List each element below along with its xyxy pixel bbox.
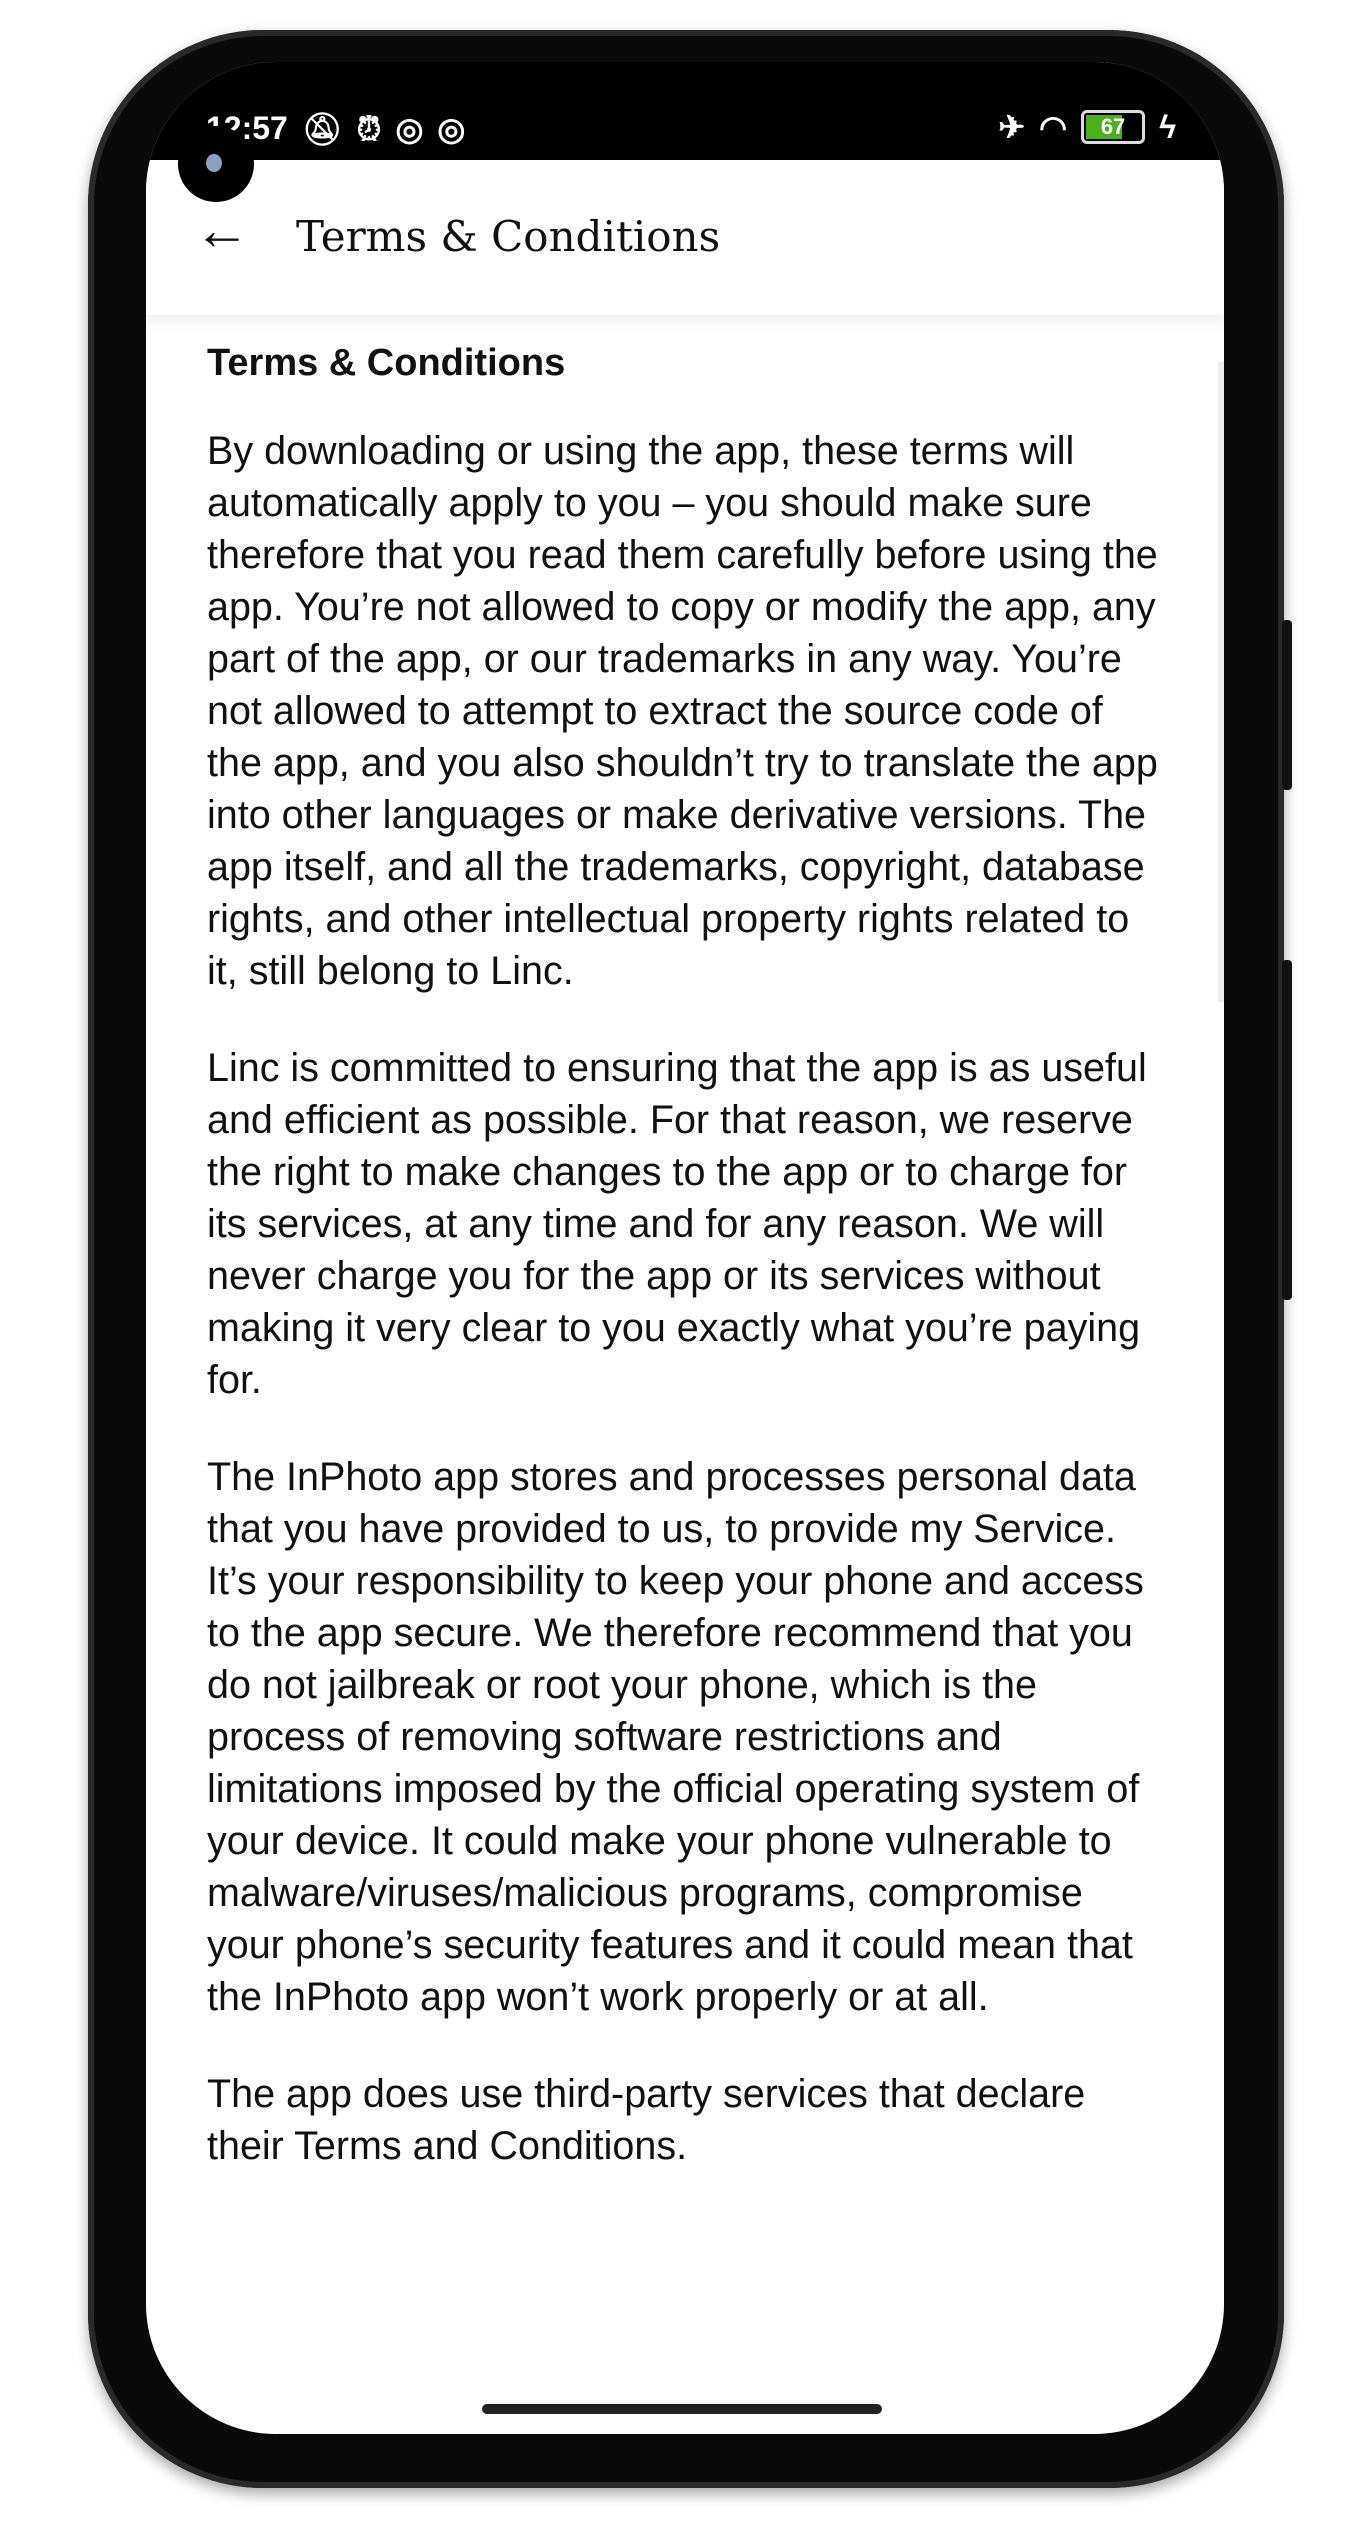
alarm-icon: ⏰︎ [356, 110, 382, 147]
home-indicator[interactable] [482, 2404, 882, 2414]
bell-off-icon: 🔕︎ [301, 110, 343, 147]
volume-button [1282, 620, 1292, 790]
terms-paragraph: Linc is committed to ensuring that the a… [207, 1046, 1147, 1402]
arrow-left-icon: ← [194, 198, 250, 261]
power-button [1282, 960, 1292, 1300]
vpn-icon: ◎ [437, 110, 466, 147]
scrollbar[interactable] [1218, 362, 1224, 1002]
page-title: Terms & Conditions [296, 212, 721, 261]
terms-paragraph: The InPhoto app stores and processes per… [207, 1455, 1144, 2019]
vpn-icon: ◎ [395, 110, 424, 147]
terms-heading: Terms & Conditions [207, 342, 566, 384]
terms-content: Terms & Conditions By downloading or usi… [207, 342, 1167, 2217]
app-bar: ← Terms & Conditions [146, 160, 1224, 315]
airplane-icon: ✈︎ [998, 109, 1026, 145]
terms-paragraph: The app does use third-party services th… [207, 2072, 1086, 2168]
battery-level: 67 [1100, 114, 1126, 139]
screen: 12:57 🔕︎ ⏰︎ ◎ ◎ ✈︎ ◠ 67 ϟ ← Terms & Cond… [146, 62, 1224, 2434]
charging-icon: ϟ [1159, 109, 1176, 145]
back-button[interactable]: ← [194, 200, 250, 260]
camera-cutout [178, 126, 254, 202]
battery-icon: 67 [1081, 110, 1146, 144]
wifi-icon: ◠ [1039, 109, 1068, 145]
terms-paragraph: By downloading or using the app, these t… [207, 429, 1158, 993]
status-bar: 12:57 🔕︎ ⏰︎ ◎ ◎ ✈︎ ◠ 67 ϟ [146, 62, 1224, 160]
